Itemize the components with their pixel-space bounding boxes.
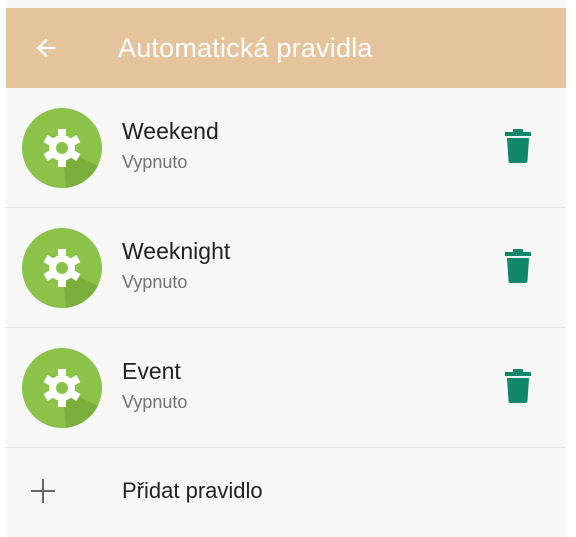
gear-icon <box>22 348 102 428</box>
rule-item-weekend[interactable]: Weekend Vypnuto <box>6 88 566 208</box>
arrow-left-icon <box>36 38 56 58</box>
delete-rule-button[interactable] <box>498 124 538 168</box>
rule-status: Vypnuto <box>122 392 188 412</box>
page-title: Automatická pravidla <box>118 33 373 63</box>
rule-status: Vypnuto <box>122 152 188 172</box>
gear-icon <box>22 228 102 308</box>
delete-rule-button[interactable] <box>498 244 538 288</box>
add-rule-button[interactable]: Přidat pravidlo <box>6 448 566 537</box>
delete-rule-button[interactable] <box>498 364 538 408</box>
back-button[interactable] <box>30 32 62 64</box>
screen: Automatická pravidla Weekend Vypnuto Wee… <box>6 0 566 537</box>
rule-item-weeknight[interactable]: Weeknight Vypnuto <box>6 208 566 328</box>
gear-icon <box>22 108 102 188</box>
rule-name: Event <box>122 358 181 384</box>
rule-status: Vypnuto <box>122 272 188 292</box>
rule-name: Weekend <box>122 118 219 144</box>
rule-item-event[interactable]: Event Vypnuto <box>6 328 566 448</box>
plus-icon <box>31 479 55 503</box>
rules-list: Weekend Vypnuto Weeknight Vypnuto Event … <box>6 88 566 537</box>
add-rule-label: Přidat pravidlo <box>122 478 263 503</box>
trash-icon <box>505 129 531 163</box>
trash-icon <box>505 249 531 283</box>
rule-name: Weeknight <box>122 238 231 264</box>
app-bar: Automatická pravidla <box>6 8 566 88</box>
trash-icon <box>505 369 531 403</box>
